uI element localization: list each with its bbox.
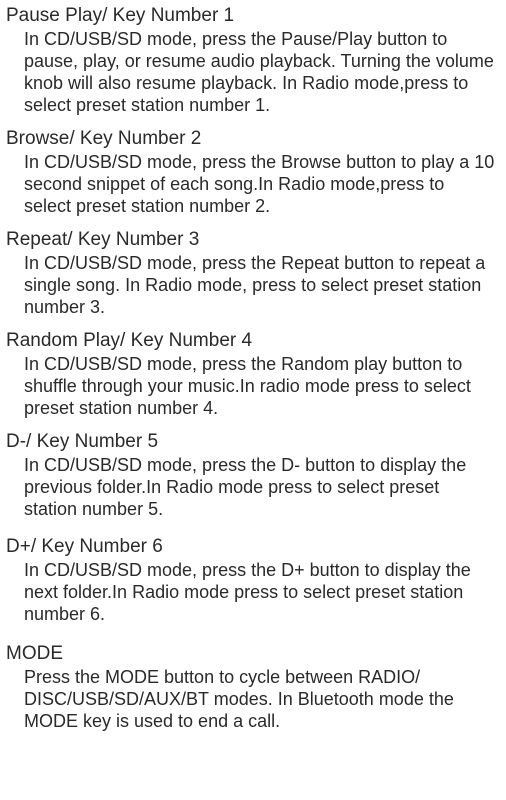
section-body: In CD/USB/SD mode, press the Random play… [6,354,500,420]
section-title: D+/ Key Number 6 [6,535,500,558]
section-mode: MODE Press the MODE button to cycle betw… [6,642,500,733]
section-repeat: Repeat/ Key Number 3 In CD/USB/SD mode, … [6,228,500,319]
section-body: In CD/USB/SD mode, press the D+ button t… [6,560,500,626]
section-pause-play: Pause Play/ Key Number 1 In CD/USB/SD mo… [6,4,500,117]
section-d-minus: D-/ Key Number 5 In CD/USB/SD mode, pres… [6,430,500,521]
section-title: Repeat/ Key Number 3 [6,228,500,251]
section-title: Pause Play/ Key Number 1 [6,4,500,27]
section-title: D-/ Key Number 5 [6,430,500,453]
section-body: In CD/USB/SD mode, press the Repeat butt… [6,253,500,319]
section-title: Browse/ Key Number 2 [6,127,500,150]
section-browse: Browse/ Key Number 2 In CD/USB/SD mode, … [6,127,500,218]
section-body: In CD/USB/SD mode, press the Browse butt… [6,152,500,218]
section-body: Press the MODE button to cycle between R… [6,667,500,733]
section-d-plus: D+/ Key Number 6 In CD/USB/SD mode, pres… [6,535,500,626]
section-title: Random Play/ Key Number 4 [6,329,500,352]
section-body: In CD/USB/SD mode, press the Pause/Play … [6,29,500,117]
section-random-play: Random Play/ Key Number 4 In CD/USB/SD m… [6,329,500,420]
section-title: MODE [6,642,500,665]
section-body: In CD/USB/SD mode, press the D- button t… [6,455,500,521]
